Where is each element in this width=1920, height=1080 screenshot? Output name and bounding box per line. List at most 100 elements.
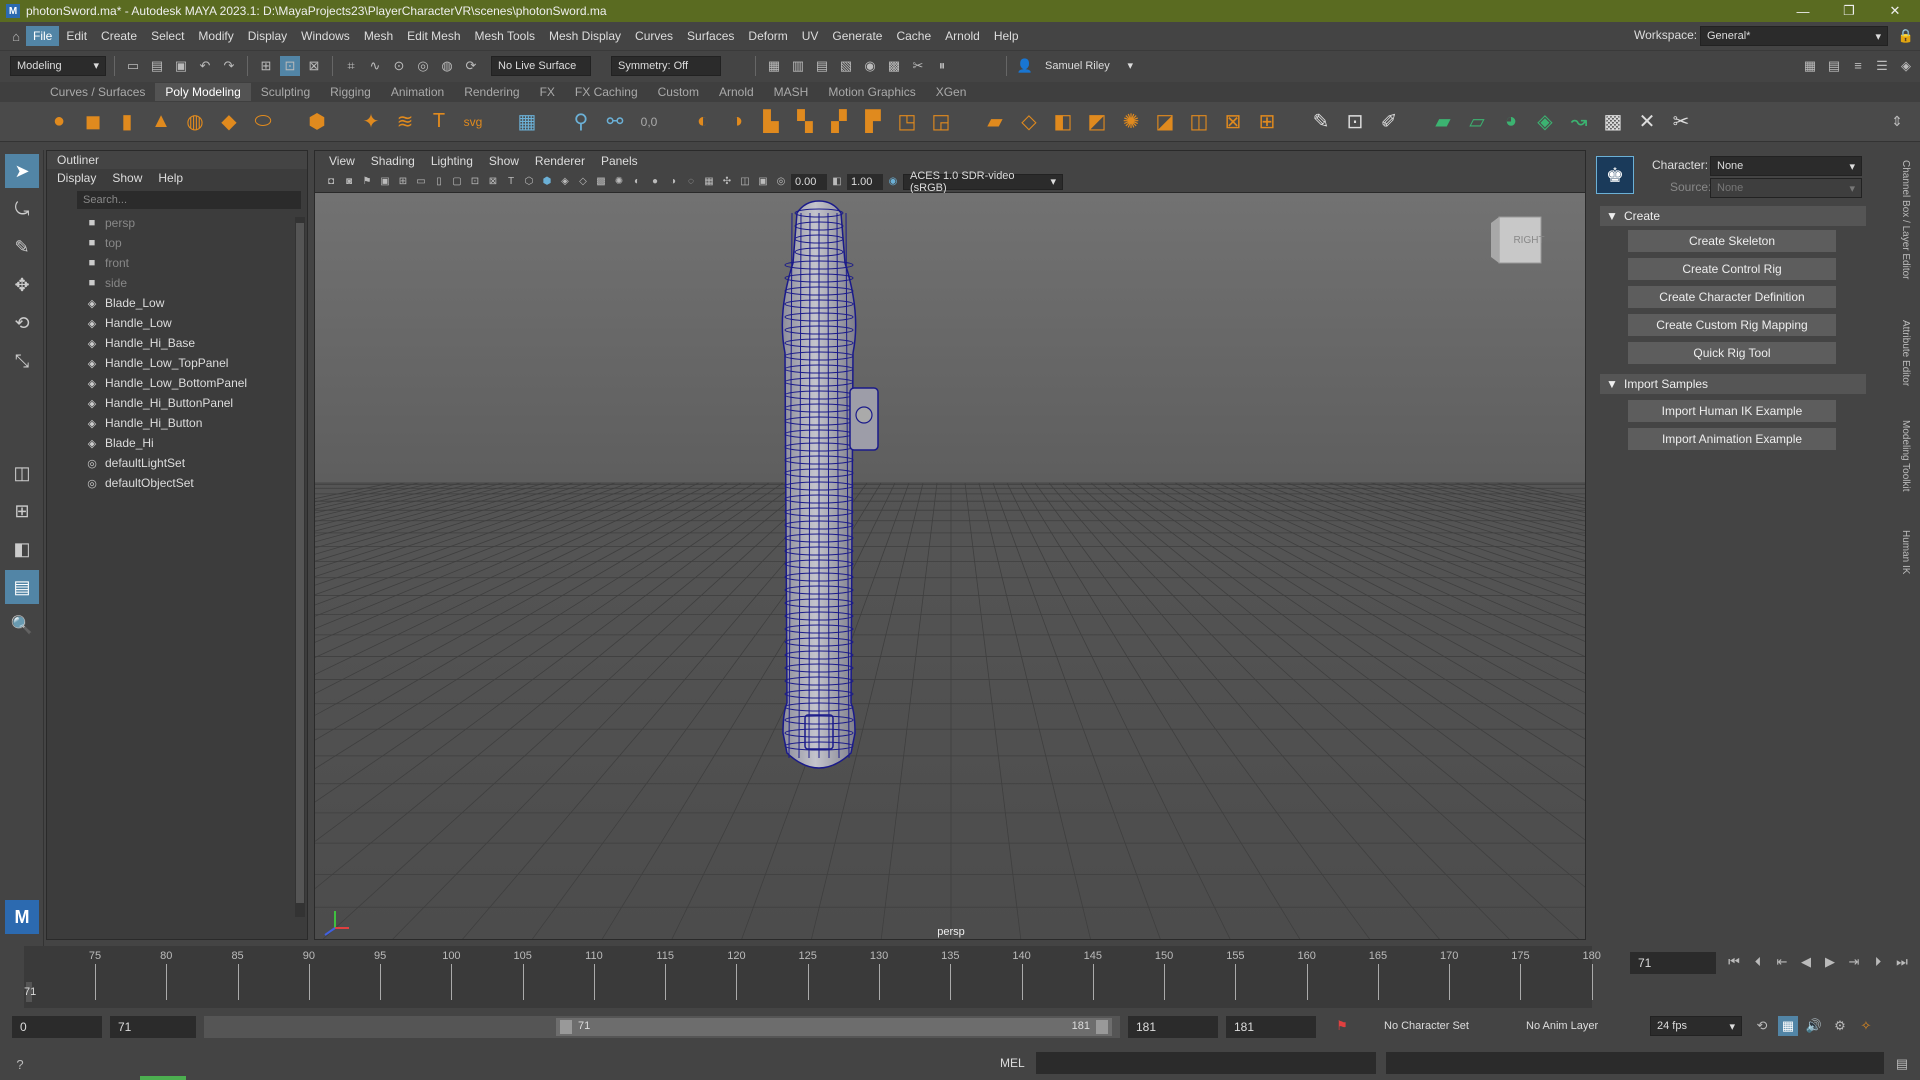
human-ik-icon[interactable]: ♚: [1596, 156, 1634, 194]
exposure-icon[interactable]: ◎: [773, 174, 789, 190]
auto-key-icon[interactable]: ⚑: [1332, 1016, 1352, 1036]
snap-grid-icon[interactable]: ⌗: [341, 56, 361, 76]
append-polygon-icon[interactable]: ◩: [1082, 107, 1112, 137]
separate-icon[interactable]: ◑: [722, 107, 752, 137]
side-tab-modeling-toolkit[interactable]: Modeling Toolkit: [1900, 420, 1911, 492]
outliner-menu-show[interactable]: Show: [112, 171, 142, 185]
render-frame-icon[interactable]: ▥: [788, 56, 808, 76]
gamma-field[interactable]: 1.00: [847, 173, 883, 190]
planar-map-icon[interactable]: ▰: [1428, 107, 1458, 137]
render-setup-icon[interactable]: ▩: [884, 56, 904, 76]
outliner-item[interactable]: ◎ defaultObjectSet: [47, 473, 307, 493]
antialias-icon[interactable]: ◌: [683, 174, 699, 190]
home-icon[interactable]: ⌂: [6, 26, 26, 46]
step-back-key-icon[interactable]: ⇤: [1772, 952, 1792, 972]
loop-icon[interactable]: ⟲: [1752, 1016, 1772, 1036]
ghosting-icon[interactable]: ✧: [1856, 1016, 1876, 1036]
minimize-button[interactable]: —: [1780, 0, 1826, 22]
open-scene-icon[interactable]: ▤: [147, 56, 167, 76]
boolean-icon[interactable]: ▞: [824, 107, 854, 137]
offset-edge-icon[interactable]: ⊞: [1252, 107, 1282, 137]
outliner-menu-display[interactable]: Display: [57, 171, 96, 185]
viewport-menu-shading[interactable]: Shading: [365, 152, 421, 170]
playback-end-field[interactable]: 181: [1128, 1016, 1218, 1038]
colorspace-dropdown[interactable]: ACES 1.0 SDR-video (sRGB) ▾: [903, 170, 1063, 194]
playback-start-field[interactable]: 71: [110, 1016, 196, 1038]
use-default-material-icon[interactable]: ▣: [755, 174, 771, 190]
outliner-item[interactable]: ◈ Handle_Low_BottomPanel: [47, 373, 307, 393]
channel-box-icon[interactable]: ☰: [1872, 56, 1892, 76]
sweep-mesh-icon[interactable]: ≋: [390, 107, 420, 137]
four-view-icon[interactable]: ⊞: [5, 494, 39, 528]
poly-cylinder-icon[interactable]: ▮: [112, 107, 142, 137]
type-icon[interactable]: T: [424, 107, 454, 137]
single-view-icon[interactable]: ◫: [5, 456, 39, 490]
search-icon[interactable]: 🔍: [5, 608, 39, 642]
transform-values-icon[interactable]: 0,0: [634, 107, 664, 137]
shelf-tab-sculpting[interactable]: Sculpting: [251, 83, 320, 101]
crease-tool-icon[interactable]: ⊡: [1340, 107, 1370, 137]
menu-mesh[interactable]: Mesh: [357, 26, 400, 46]
outliner-item[interactable]: ◈ Handle_Hi_ButtonPanel: [47, 393, 307, 413]
menu-modify[interactable]: Modify: [191, 26, 240, 46]
command-input[interactable]: [1036, 1052, 1376, 1074]
bookmark-icon[interactable]: ⚑: [359, 174, 375, 190]
select-component-icon[interactable]: ⊠: [304, 56, 324, 76]
menu-create[interactable]: Create: [94, 26, 144, 46]
camera-attributes-icon[interactable]: ◙: [341, 174, 357, 190]
shelf-tab-rendering[interactable]: Rendering: [454, 83, 529, 101]
script-editor-icon[interactable]: ▤: [1892, 1054, 1912, 1074]
fps-dropdown[interactable]: 24 fps ▾: [1650, 1016, 1742, 1036]
ipr-render-icon[interactable]: ▤: [812, 56, 832, 76]
exposure-field[interactable]: 0.00: [791, 173, 827, 190]
outliner-search-input[interactable]: Search...: [77, 191, 301, 209]
gamma-icon[interactable]: ◧: [829, 174, 845, 190]
snap-rotate-icon[interactable]: ⟳: [461, 56, 481, 76]
unfold-icon[interactable]: ↝: [1564, 107, 1594, 137]
create-control-rig-button[interactable]: Create Control Rig: [1628, 258, 1836, 280]
menu-surfaces[interactable]: Surfaces: [680, 26, 741, 46]
menu-cache[interactable]: Cache: [889, 26, 938, 46]
wireframe-icon[interactable]: ⬡: [521, 174, 537, 190]
layout-uv-icon[interactable]: ▩: [1598, 107, 1628, 137]
current-frame-field[interactable]: 71: [1630, 952, 1716, 974]
step-back-frame-icon[interactable]: ⏴: [1748, 952, 1768, 972]
shelf-tab-fx-caching[interactable]: FX Caching: [565, 83, 648, 101]
workspace-dropdown[interactable]: General* ▾: [1700, 26, 1888, 46]
side-tab-human-ik[interactable]: Human IK: [1900, 530, 1911, 574]
poly-plane-icon[interactable]: ◆: [214, 107, 244, 137]
shelf-tab-arnold[interactable]: Arnold: [709, 83, 764, 101]
smooth-shade-icon[interactable]: ⬢: [539, 174, 555, 190]
snap-surface-icon[interactable]: ◍: [437, 56, 457, 76]
side-tab-attribute-editor[interactable]: Attribute Editor: [1900, 320, 1911, 386]
live-surface-field[interactable]: No Live Surface: [491, 55, 591, 76]
poly-sphere-icon[interactable]: ●: [44, 107, 74, 137]
lasso-tool-icon[interactable]: ⤿: [5, 192, 39, 226]
play-backwards-icon[interactable]: ◀: [1796, 952, 1816, 972]
poly-cone-icon[interactable]: ▲: [146, 107, 176, 137]
viewport-menu-panels[interactable]: Panels: [595, 152, 644, 170]
range-slider-right-grip[interactable]: [1096, 1020, 1108, 1034]
close-button[interactable]: ✕: [1872, 0, 1918, 22]
viewport-menu-lighting[interactable]: Lighting: [425, 152, 479, 170]
maya-home-icon[interactable]: M: [5, 900, 39, 934]
3d-scene[interactable]: RIGHT persp: [315, 193, 1586, 940]
go-to-start-icon[interactable]: ⏮: [1724, 952, 1744, 972]
safe-title-icon[interactable]: T: [503, 174, 519, 190]
snap-curve-icon[interactable]: ∿: [365, 56, 385, 76]
outliner-item[interactable]: ◎ defaultLightSet: [47, 453, 307, 473]
sew-uv-icon[interactable]: ✂: [1666, 107, 1696, 137]
symmetry-dropdown[interactable]: Symmetry: Off: [611, 55, 721, 76]
outliner-item[interactable]: ■ persp: [47, 213, 307, 233]
shelf-tab-poly-modeling[interactable]: Poly Modeling: [155, 83, 251, 101]
menu-file[interactable]: File: [26, 26, 60, 46]
shelf-tab-rigging[interactable]: Rigging: [320, 83, 381, 101]
render-settings-icon[interactable]: ▧: [836, 56, 856, 76]
create-character-definition-button[interactable]: Create Character Definition: [1628, 286, 1836, 308]
render-view-icon[interactable]: ▦: [764, 56, 784, 76]
menu-mesh-tools[interactable]: Mesh Tools: [468, 26, 542, 46]
outliner-item[interactable]: ◈ Handle_Low_TopPanel: [47, 353, 307, 373]
menu-display[interactable]: Display: [241, 26, 294, 46]
select-by-component-icon[interactable]: ⚯: [600, 107, 630, 137]
camera-based-selection-icon[interactable]: ⚲: [566, 107, 596, 137]
